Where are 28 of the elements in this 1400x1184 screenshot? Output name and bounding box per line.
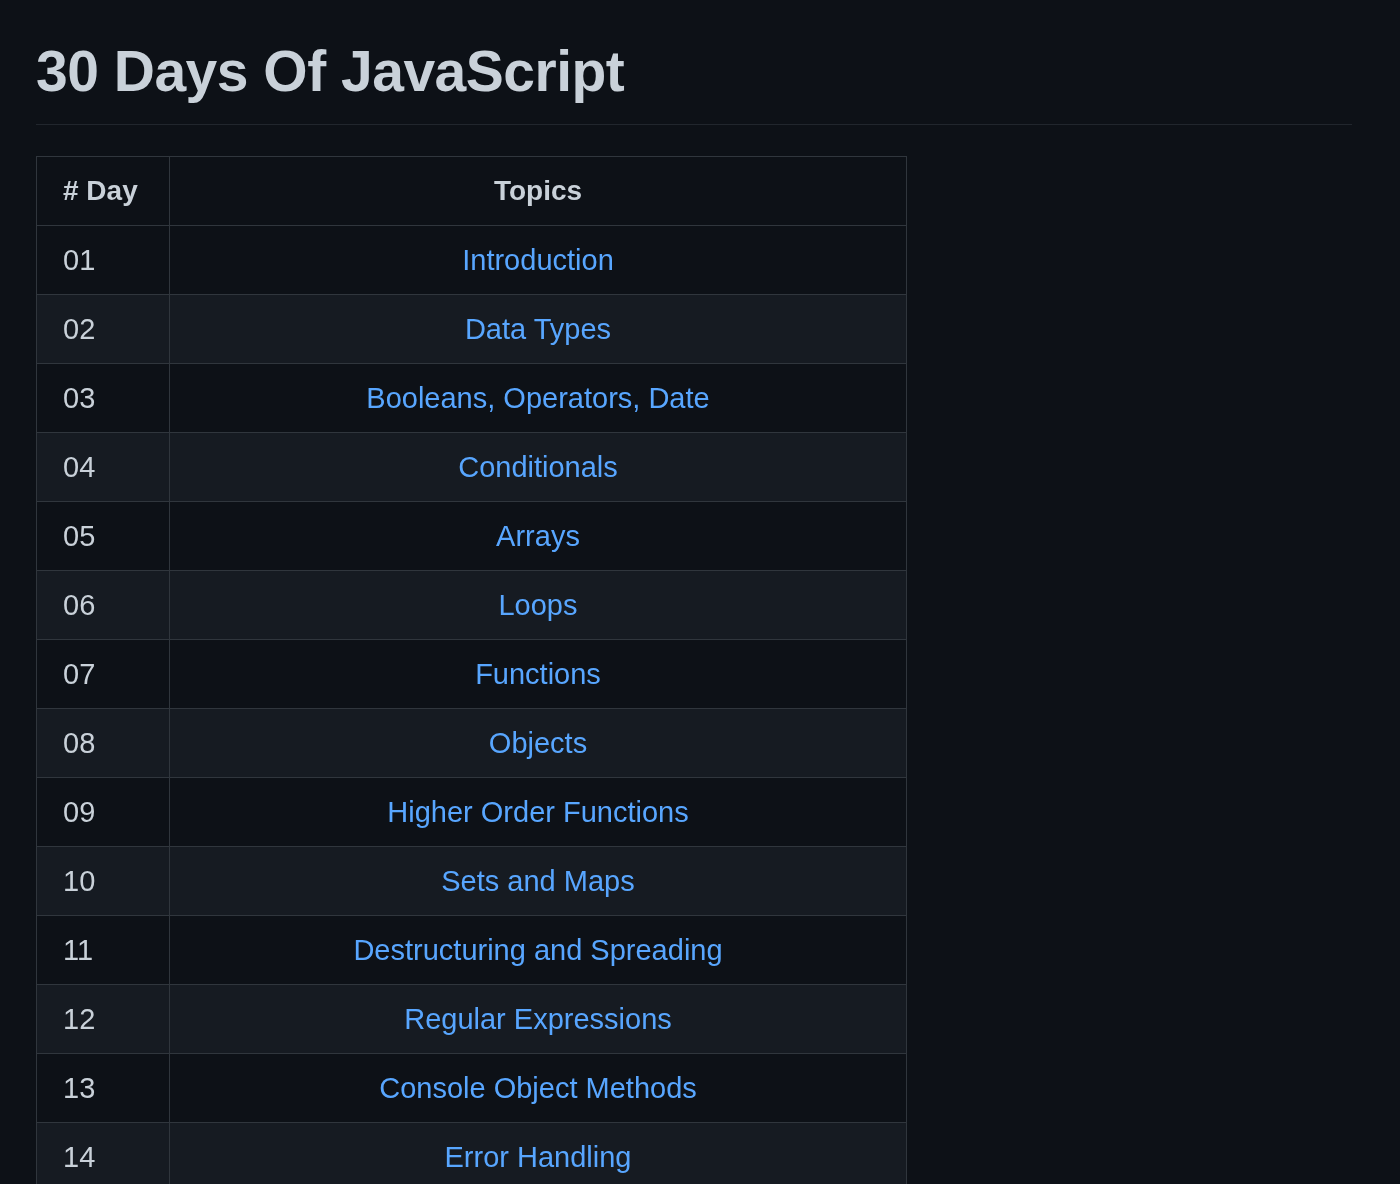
day-number: 06 xyxy=(63,588,96,621)
topic-link[interactable]: Loops xyxy=(498,588,578,621)
day-number: 10 xyxy=(63,864,96,897)
topic-link[interactable]: Arrays xyxy=(496,519,580,552)
day-number: 14 xyxy=(63,1140,96,1173)
topic-link[interactable]: Sets and Maps xyxy=(441,864,635,897)
page-title: 30 Days Of JavaScript xyxy=(36,38,625,104)
day-number: 09 xyxy=(63,795,96,828)
topic-link[interactable]: Conditionals xyxy=(458,450,618,483)
topic-link[interactable]: Error Handling xyxy=(444,1140,632,1173)
day-number: 04 xyxy=(63,450,96,483)
day-number: 11 xyxy=(63,933,94,966)
day-number: 08 xyxy=(63,726,96,759)
topic-link[interactable]: Objects xyxy=(488,726,588,759)
day-number: 05 xyxy=(63,519,96,552)
topic-link[interactable]: Higher Order Functions xyxy=(387,795,689,828)
day-number: 01 xyxy=(63,243,96,276)
topic-link[interactable]: Functions xyxy=(475,657,601,690)
column-header: # Day xyxy=(63,175,138,206)
day-number: 07 xyxy=(63,657,96,690)
topic-link[interactable]: Regular Expressions xyxy=(404,1002,672,1035)
day-number: 02 xyxy=(63,312,96,345)
topic-link[interactable]: Data Types xyxy=(464,312,612,345)
topic-link[interactable]: Introduction xyxy=(462,243,614,276)
day-number: 13 xyxy=(63,1071,96,1104)
day-number: 12 xyxy=(63,1002,96,1035)
column-header: Topics xyxy=(493,175,583,206)
day-number: 03 xyxy=(63,381,96,414)
